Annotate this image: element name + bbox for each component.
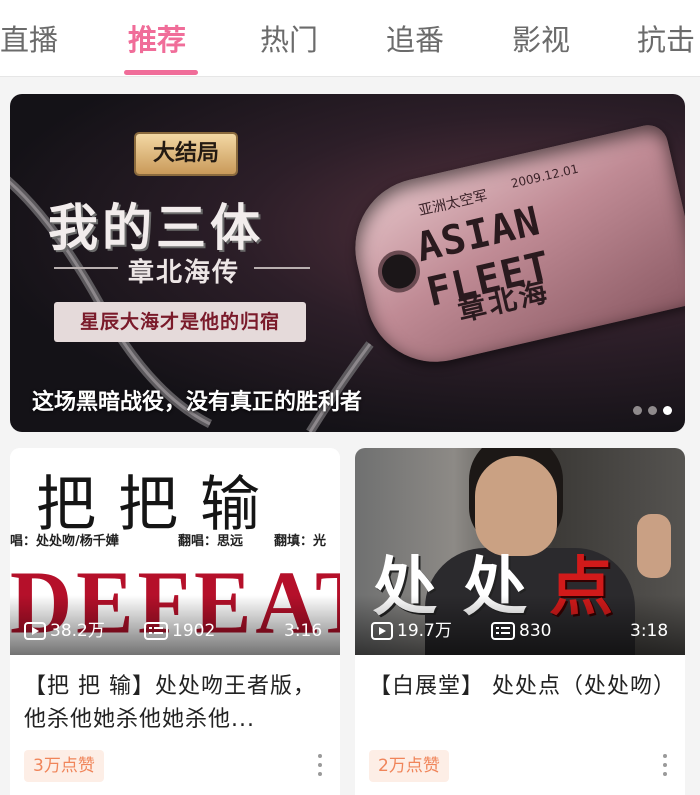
dog-tag-hole: [378, 251, 420, 292]
play-count-icon: [24, 622, 46, 640]
view-count-value: 19.7万: [397, 621, 452, 641]
thumbnail-credit: 唱：处处吻/杨千嬅: [10, 534, 119, 549]
more-options-icon[interactable]: [661, 754, 669, 780]
tab-film-tv[interactable]: 影视: [512, 18, 570, 62]
video-meta: 19.7万 830 3:18: [355, 618, 685, 644]
comment-count-value: 1902: [172, 621, 216, 641]
carousel-dot[interactable]: [633, 406, 642, 415]
banner-subtitle: 章北海传: [128, 258, 241, 288]
thumbnail-credit: 翻唱：思远: [178, 534, 244, 549]
duration: 3:16: [284, 621, 323, 641]
tab-recommended[interactable]: 推荐: [128, 18, 186, 62]
banner-caption: 这场黑暗战役，没有真正的胜利者: [32, 390, 363, 415]
video-card[interactable]: 处处点 19.7万 830 3:18 【白展堂】 处处点（处处吻） 2万点赞: [355, 448, 685, 795]
view-count: 38.2万: [24, 618, 105, 644]
view-count: 19.7万: [371, 618, 452, 644]
video-thumbnail[interactable]: 处处点 19.7万 830 3:18: [355, 448, 685, 655]
duration: 3:18: [630, 621, 669, 641]
view-count-value: 38.2万: [50, 621, 105, 641]
video-thumbnail[interactable]: 把把输 唱：处处吻/杨千嬅 翻唱：思远 翻填：光 DEFEAT 38.2万 19…: [10, 448, 340, 655]
carousel-dots: [633, 400, 678, 415]
thumbnail-credit: 翻填：光: [274, 534, 327, 549]
active-tab-indicator: [124, 70, 198, 75]
divider: [54, 267, 118, 269]
video-title[interactable]: 【把 把 输】处处吻王者版，他杀他她杀他她杀他...: [24, 670, 330, 736]
danmaku-icon: [144, 622, 168, 640]
more-options-icon[interactable]: [316, 754, 324, 780]
likes-badge: 2万点赞: [369, 750, 449, 782]
comment-count: 830: [491, 618, 551, 644]
tab-live[interactable]: 直播: [0, 18, 58, 62]
play-count-icon: [371, 622, 393, 640]
tab-fight[interactable]: 抗击: [637, 18, 695, 62]
banner-title: 我的三体: [48, 198, 264, 257]
likes-badge: 3万点赞: [24, 750, 104, 782]
video-meta: 38.2万 1902 3:16: [10, 618, 340, 644]
tab-hot[interactable]: 热门: [260, 18, 318, 62]
danmaku-icon: [491, 622, 515, 640]
comment-count: 1902: [144, 618, 215, 644]
video-title[interactable]: 【白展堂】 处处点（处处吻）: [369, 670, 675, 736]
carousel-dot[interactable]: [648, 406, 657, 415]
video-card[interactable]: 把把输 唱：处处吻/杨千嬅 翻唱：思远 翻填：光 DEFEAT 38.2万 19…: [10, 448, 340, 795]
thumbnail-figure-hand: [637, 514, 671, 578]
finale-badge: 大结局: [136, 134, 236, 174]
banner-carousel[interactable]: 大结局 我的三体 章北海传 星辰大海才是他的归宿 亚洲太空军 2009.12.0…: [10, 94, 685, 432]
top-tab-bar: 直播 推荐 热门 追番 影视 抗击: [0, 0, 700, 77]
dog-tag-date: 2009.12.01: [509, 161, 580, 191]
comment-count-value: 830: [519, 621, 552, 641]
carousel-dot-active[interactable]: [663, 406, 672, 415]
tab-anime[interactable]: 追番: [386, 18, 444, 62]
divider: [254, 267, 310, 269]
banner-slogan: 星辰大海才是他的归宿: [54, 302, 306, 342]
